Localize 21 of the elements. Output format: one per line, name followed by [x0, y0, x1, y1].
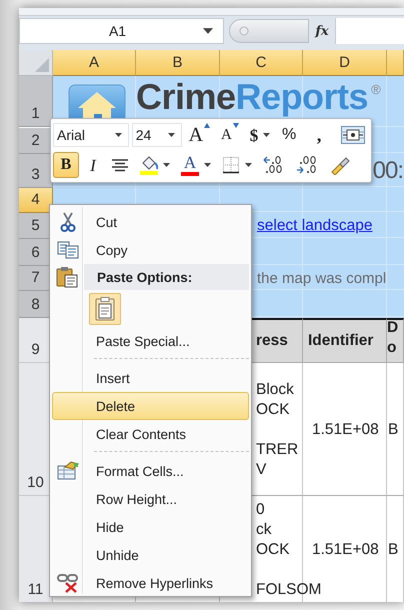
- title-text: 00:: [372, 156, 404, 186]
- cell-text: OCK: [256, 540, 290, 560]
- cell-text: OCK: [256, 400, 290, 420]
- cell-text: 1.51E+08: [312, 540, 379, 558]
- cell-text: V: [256, 460, 266, 480]
- cell-text: ck: [256, 520, 272, 540]
- cell-text: TRER: [256, 440, 298, 460]
- logo-text: Reports: [236, 78, 368, 116]
- cell-text: FOLSOM: [256, 580, 322, 600]
- cell-text: 1.51E+08: [312, 420, 379, 438]
- cell-text: Block: [256, 380, 294, 400]
- column-heading: ress: [256, 332, 288, 348]
- column-heading: D o: [387, 318, 396, 358]
- cell-text: B: [388, 420, 398, 438]
- logo-text: Crime: [136, 78, 236, 116]
- registered-mark: ®: [371, 82, 380, 98]
- column-heading: Identifier: [308, 332, 374, 348]
- note-text: the map was compl: [257, 270, 386, 287]
- menu-section-header: Paste Options:: [84, 264, 249, 290]
- cell-text: B: [388, 540, 398, 558]
- cell-text: 0: [256, 500, 265, 520]
